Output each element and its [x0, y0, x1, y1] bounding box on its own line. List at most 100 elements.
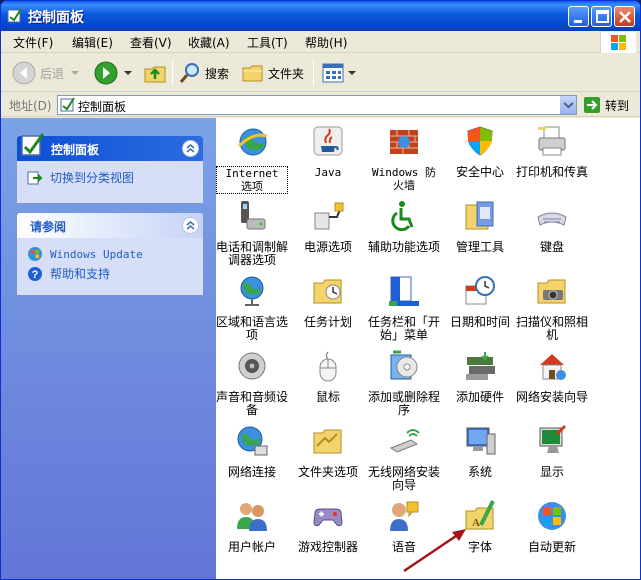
forward-arrow-icon — [94, 61, 118, 85]
taskbar-start-menu-item[interactable]: 任务栏和「开始」菜单 — [368, 274, 440, 342]
maximize-button[interactable] — [591, 6, 612, 27]
user-accounts-label: 用户帐户 — [227, 540, 276, 554]
views-icon — [322, 63, 344, 83]
sound-audio-item[interactable]: 声音和音频设备 — [216, 349, 288, 417]
power-options-icon — [314, 202, 344, 230]
internet-options-label: Internet 选项 — [216, 166, 288, 194]
scanners-cameras-item[interactable]: 扫描仪和照相机 — [516, 274, 588, 342]
keyboard-item[interactable]: 键盘 — [516, 199, 588, 254]
user-accounts-icon — [237, 503, 267, 531]
close-icon — [619, 11, 631, 23]
sound-audio-label: 声音和音频设备 — [216, 390, 289, 417]
task-box-header[interactable]: 控制面板 — [17, 133, 203, 161]
user-accounts-item[interactable]: 用户帐户 — [216, 499, 288, 554]
toolbar: 后退 搜索 文件夹 — [1, 54, 640, 92]
network-connections-item[interactable]: 网络连接 — [216, 424, 288, 479]
accessibility-label: 辅助功能选项 — [368, 240, 441, 254]
printers-faxes-item[interactable]: 打印机和传真 — [516, 124, 588, 179]
keyboard-label: 键盘 — [539, 240, 564, 254]
search-button[interactable]: 搜索 — [178, 59, 229, 87]
mouse-label: 鼠标 — [315, 390, 340, 404]
accessibility-item[interactable]: 辅助功能选项 — [368, 199, 440, 254]
chevron-down-icon — [348, 71, 356, 75]
windows-update-link[interactable]: Windows Update — [27, 246, 193, 262]
firewall-item[interactable]: Windows 防火墙 — [368, 124, 440, 192]
system-item[interactable]: 系统 — [444, 424, 516, 479]
help-support-link[interactable]: ? 帮助和支持 — [27, 265, 193, 282]
see-also-title: 请参阅 — [30, 220, 67, 234]
switch-category-view-label: 切换到分类视图 — [50, 171, 135, 185]
chevron-up-icon — [186, 221, 195, 230]
minimize-button[interactable] — [568, 6, 589, 27]
title-bar[interactable]: 控制面板 — [1, 1, 640, 31]
admin-tools-item[interactable]: 管理工具 — [444, 199, 516, 254]
mouse-icon — [319, 351, 337, 382]
printer-icon — [538, 126, 566, 156]
add-remove-programs-item[interactable]: 添加或删除程序 — [368, 349, 440, 417]
java-item[interactable]: Java — [292, 124, 364, 179]
annotation-arrow — [403, 529, 466, 573]
regional-language-item[interactable]: 区域和语言选项 — [216, 274, 288, 342]
menu-help[interactable]: 帮助(H) — [305, 34, 347, 51]
collapse-button[interactable] — [182, 140, 199, 157]
svg-text:?: ? — [32, 269, 39, 281]
window: 控制面板 文件(F) 编辑(E) 查看(V) 收藏(A) 工具(T) 帮助(H) — [0, 0, 641, 580]
collapse-button[interactable] — [182, 217, 199, 234]
power-options-label: 电源选项 — [303, 240, 352, 254]
address-input[interactable]: 控制面板 — [57, 95, 577, 115]
control-panel-items: Internet 选项 Java Windows 防火墙 安全中心 打印机和传真… — [216, 118, 640, 579]
task-pane: 控制面板 切换到分类视图 请参阅 Windows Update ? 帮助和支持 — [1, 118, 216, 579]
switch-category-view-link[interactable]: 切换到分类视图 — [27, 169, 193, 186]
address-bar: 地址(D) 控制面板 转到 — [1, 93, 640, 117]
menu-view[interactable]: 查看(V) — [130, 34, 172, 51]
power-options-item[interactable]: 电源选项 — [292, 199, 364, 254]
network-setup-wizard-label: 网络安装向导 — [516, 390, 589, 404]
back-label: 后退 — [40, 66, 65, 81]
control-panel-icon — [60, 97, 75, 112]
windows-update-icon — [538, 502, 566, 530]
menu-favorites[interactable]: 收藏(A) — [188, 34, 230, 51]
firewall-label: Windows 防火墙 — [372, 166, 436, 192]
folder-options-item[interactable]: 文件夹选项 — [292, 424, 364, 479]
menu-edit[interactable]: 编辑(E) — [72, 34, 113, 51]
chevron-down-icon — [124, 71, 132, 75]
security-center-item[interactable]: 安全中心 — [444, 124, 516, 179]
go-button[interactable]: 转到 — [583, 96, 629, 114]
up-folder-button[interactable] — [143, 59, 167, 87]
scanners-cameras-label: 扫描仪和照相机 — [516, 315, 589, 342]
date-time-item[interactable]: 日期和时间 — [444, 274, 516, 329]
printers-faxes-label: 打印机和传真 — [516, 165, 589, 179]
folders-button[interactable]: 文件夹 — [241, 59, 304, 87]
forward-button[interactable] — [93, 59, 134, 87]
network-setup-wizard-item[interactable]: 网络安装向导 — [516, 349, 588, 404]
add-hardware-item[interactable]: 添加硬件 — [444, 349, 516, 404]
views-button[interactable] — [321, 59, 357, 87]
maximize-icon — [596, 10, 609, 23]
toolbar-separator — [172, 60, 173, 86]
game-controllers-item[interactable]: 游戏控制器 — [292, 499, 364, 554]
automatic-updates-item[interactable]: 自动更新 — [516, 499, 588, 554]
wireless-network-wizard-item[interactable]: 无线网络安装向导 — [368, 424, 440, 492]
address-dropdown-button[interactable] — [559, 96, 576, 114]
display-item[interactable]: 显示 — [516, 424, 588, 479]
date-time-label: 日期和时间 — [449, 315, 510, 329]
see-also-header[interactable]: 请参阅 — [17, 213, 203, 238]
menu-file[interactable]: 文件(F) — [13, 34, 53, 51]
system-label: 系统 — [467, 465, 492, 479]
internet-options-item[interactable]: Internet 选项 — [216, 124, 288, 194]
address-label: 地址(D) — [9, 99, 52, 113]
clock-icon — [465, 276, 495, 305]
back-button[interactable]: 后退 — [11, 59, 82, 87]
svg-text:A: A — [472, 517, 480, 529]
toolbar-separator — [313, 60, 314, 86]
close-button[interactable] — [614, 6, 635, 27]
display-label: 显示 — [539, 465, 564, 479]
security-center-icon — [467, 126, 493, 156]
keyboard-icon — [537, 212, 567, 226]
mouse-item[interactable]: 鼠标 — [292, 349, 364, 404]
menu-tools[interactable]: 工具(T) — [247, 34, 288, 51]
phone-modem-item[interactable]: 电话和调制解调器选项 — [216, 199, 288, 267]
add-hardware-label: 添加硬件 — [455, 390, 504, 404]
chevron-up-icon — [186, 144, 195, 153]
scheduled-tasks-item[interactable]: 任务计划 — [292, 274, 364, 329]
